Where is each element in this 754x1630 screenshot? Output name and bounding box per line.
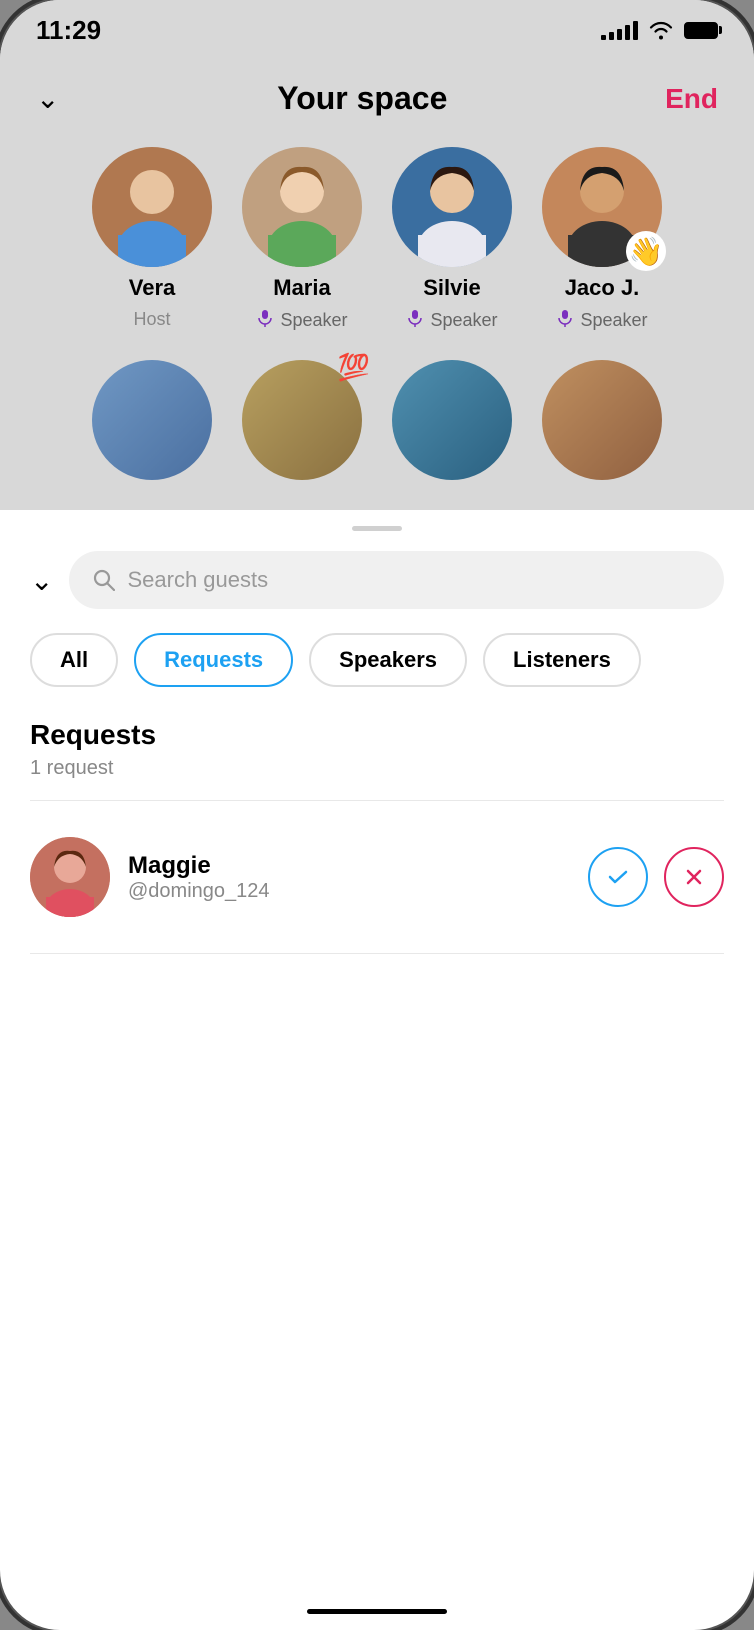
avatar-partial-2: 💯: [242, 360, 362, 480]
end-space-button[interactable]: End: [665, 83, 718, 115]
requests-section: Requests 1 request: [30, 719, 724, 780]
bottom-divider: [30, 953, 724, 954]
reject-request-button[interactable]: [664, 847, 724, 907]
speaker-role-vera: Host: [133, 309, 170, 330]
collapse-bottom-sheet-button[interactable]: ⌄: [30, 564, 53, 597]
collapse-space-button[interactable]: ⌄: [36, 82, 59, 115]
accept-request-button[interactable]: [588, 847, 648, 907]
avatar-silvie: [392, 147, 512, 267]
wave-emoji-jaco: 👋: [626, 231, 666, 271]
bottom-sheet: ⌄ Search guests All Requests Speakers Li…: [0, 510, 754, 1010]
speaker-name-silvie: Silvie: [423, 275, 480, 301]
avatar-partial-4: [542, 360, 662, 480]
request-name: Maggie: [128, 852, 570, 880]
speaker-name-vera: Vera: [129, 275, 176, 301]
avatar-jaco: 👋: [542, 147, 662, 267]
speaker-item-jaco[interactable]: 👋 Jaco J. Speaker: [542, 147, 662, 332]
speaker-name-jaco: Jaco J.: [565, 275, 640, 301]
avatar-maria: [242, 147, 362, 267]
avatar-partial-3: [392, 360, 512, 480]
mic-icon-maria: [256, 309, 274, 332]
wifi-icon: [648, 20, 674, 40]
avatar-vera: [92, 147, 212, 267]
speakers-row-1: Vera Host: [36, 147, 718, 332]
speaker-role-jaco: Speaker: [556, 309, 647, 332]
request-actions: [588, 847, 724, 907]
speakers-row-2: 💯: [36, 360, 718, 480]
speaker-item-silvie[interactable]: Silvie Speaker: [392, 147, 512, 332]
home-indicator: [307, 1609, 447, 1614]
space-area: ⌄ Your space End Vera: [0, 60, 754, 510]
requests-title: Requests: [30, 719, 724, 751]
speaker-role-maria: Speaker: [256, 309, 347, 332]
status-icons: [601, 20, 718, 40]
hundred-badge: 💯: [338, 352, 370, 383]
speaker-item-vera[interactable]: Vera Host: [92, 147, 212, 332]
avatar-maggie: [30, 837, 110, 917]
tab-listeners[interactable]: Listeners: [483, 633, 641, 687]
request-item-maggie: Maggie @domingo_124: [30, 817, 724, 937]
avatar-partial-1: [92, 360, 212, 480]
phone-frame: 11:29 ⌄ Your space End: [0, 0, 754, 1630]
tab-requests[interactable]: Requests: [134, 633, 293, 687]
space-header: ⌄ Your space End: [36, 80, 718, 117]
request-info-maggie: Maggie @domingo_124: [128, 852, 570, 903]
mic-icon-silvie: [406, 309, 424, 332]
search-input-container[interactable]: Search guests: [69, 551, 724, 609]
requests-divider: [30, 800, 724, 801]
search-placeholder: Search guests: [127, 567, 268, 593]
tab-speakers[interactable]: Speakers: [309, 633, 467, 687]
speaker-name-maria: Maria: [273, 275, 330, 301]
battery-icon: [684, 22, 718, 39]
speaker-role-silvie: Speaker: [406, 309, 497, 332]
signal-bars-icon: [601, 20, 638, 40]
bottom-sheet-handle: [352, 526, 402, 531]
filter-tabs: All Requests Speakers Listeners: [30, 633, 724, 687]
speaker-item-maria[interactable]: Maria Speaker: [242, 147, 362, 332]
status-bar: 11:29: [0, 0, 754, 60]
requests-count: 1 request: [30, 757, 724, 780]
search-row: ⌄ Search guests: [30, 551, 724, 609]
mic-icon-jaco: [556, 309, 574, 332]
request-handle: @domingo_124: [128, 880, 570, 903]
tab-all[interactable]: All: [30, 633, 118, 687]
space-title: Your space: [277, 80, 447, 117]
status-time: 11:29: [36, 15, 101, 46]
